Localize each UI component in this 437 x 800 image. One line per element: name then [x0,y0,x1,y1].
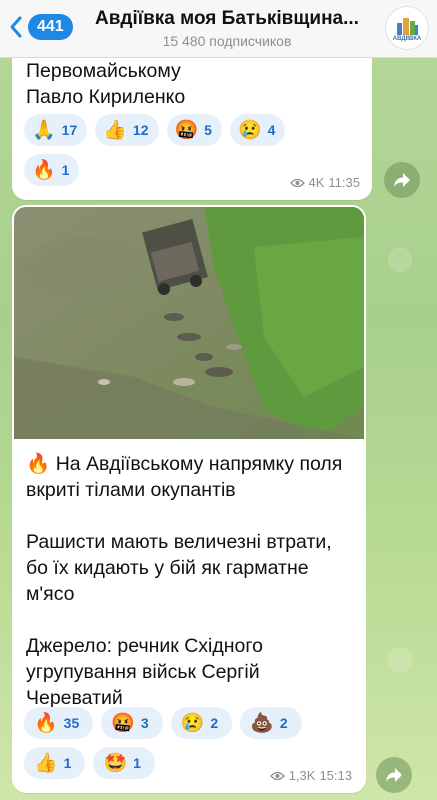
fire-icon: 🔥 [34,712,58,734]
battlefield-photo [14,207,364,439]
eye-icon [289,178,305,187]
reaction-thumbs-up[interactable]: 👍 1 [24,747,86,779]
subscriber-count: 15 480 подписчиков [162,33,292,49]
crying-face-icon: 😢 [237,119,262,141]
message-text-line: Первомайському [26,60,181,82]
city-logo-icon [397,17,418,35]
unread-count-badge: 441 [28,14,73,40]
reaction-count: 2 [279,715,288,731]
chat-header: 441 Авдіївка моя Батьківщина... 15 480 п… [0,0,437,58]
reaction-count: 1 [63,755,72,771]
view-count: 1,3K [288,768,316,783]
message-time: 11:35 [328,175,360,190]
reaction-poop[interactable]: 💩 2 [240,707,302,739]
eye-icon [269,771,285,780]
angry-face-icon: 🤬 [111,712,135,734]
message-paragraph: Джерело: речник Східного угрупування вій… [26,635,263,709]
forward-arrow-icon [394,173,410,187]
reaction-angry[interactable]: 🤬 3 [101,707,163,739]
view-count: 4K [308,175,325,190]
message-paragraph: 🔥 На Авдіївському напрямку поля вкриті т… [26,453,343,501]
crying-face-icon: 😢 [180,712,205,734]
pray-icon: 🙏 [32,119,56,141]
reaction-thumbs-up[interactable]: 👍 12 [95,114,159,146]
reaction-pray[interactable]: 🙏 17 [24,114,88,146]
message-text-line: Павло Кириленко [26,86,186,108]
message-meta: 1,3K 15:13 [269,768,352,783]
message-text: 🔥 На Авдіївському напрямку поля вкриті т… [26,451,356,711]
avatar-logo-text: АВДІЇВКА [392,35,422,42]
reaction-cry[interactable]: 😢 2 [170,707,233,739]
reaction-count: 3 [140,715,149,731]
message-time: 15:13 [319,768,352,783]
channel-title: Авдіївка моя Батьківщина... [95,8,359,29]
poop-icon: 💩 [250,712,274,734]
reaction-count: 5 [204,122,212,138]
message-meta: 4K 11:35 [289,175,360,190]
reaction-count: 17 [61,122,78,138]
share-button[interactable] [376,757,412,793]
reaction-count: 4 [267,122,276,138]
channel-info[interactable]: Авдіївка моя Батьківщина... 15 480 подпи… [82,8,372,49]
back-button[interactable]: 441 [8,14,73,40]
star-struck-icon: 🤩 [103,752,128,774]
message-text: Первомайському Павло Кириленко [26,58,185,110]
message-bubble[interactable]: 🔥 На Авдіївському напрямку поля вкриті т… [12,205,366,793]
share-button[interactable] [384,162,420,198]
reaction-count: 12 [132,122,149,138]
fire-icon: 🔥 [32,159,56,181]
message-photo[interactable] [14,207,364,439]
chevron-left-icon [10,16,22,38]
thumbs-up-icon: 👍 [103,119,127,141]
reaction-count: 35 [63,715,80,731]
message-bubble[interactable]: Первомайському Павло Кириленко 🙏 17 👍 12 🤬… [12,40,372,200]
channel-avatar[interactable]: АВДІЇВКА [385,6,429,50]
thumbs-up-icon: 👍 [34,752,58,774]
reaction-count: 2 [210,715,219,731]
angry-face-icon: 🤬 [174,119,199,141]
reaction-angry[interactable]: 🤬 5 [166,114,222,146]
reaction-cry[interactable]: 😢 4 [229,114,286,146]
reaction-fire[interactable]: 🔥 1 [24,154,80,186]
message-paragraph: Рашисти мають величезні втрати, бо їх ки… [26,531,332,605]
reaction-fire[interactable]: 🔥 35 [24,707,94,739]
reaction-count: 1 [133,755,141,771]
reactions-bar: 🙏 17 👍 12 🤬 5 😢 4 🔥 1 [24,114,324,186]
reaction-count: 1 [61,162,70,178]
forward-arrow-icon [386,768,402,782]
reaction-star-struck[interactable]: 🤩 1 [93,747,155,779]
